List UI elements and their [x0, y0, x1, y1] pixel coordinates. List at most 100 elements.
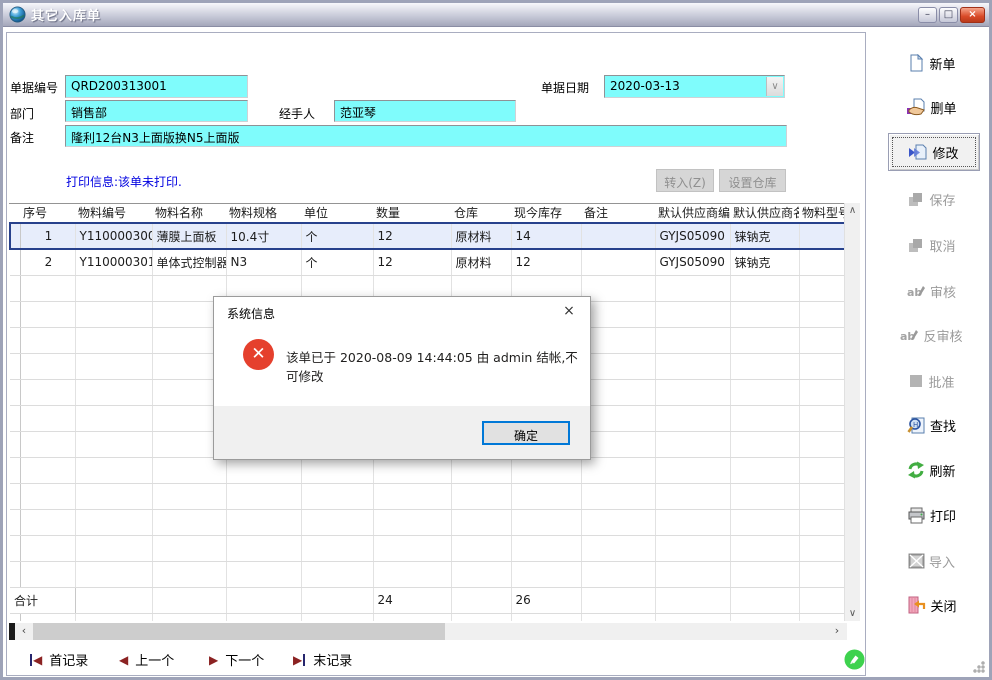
- table-cell-empty[interactable]: [581, 353, 655, 379]
- find-button[interactable]: H 查找: [871, 412, 992, 438]
- table-cell-empty[interactable]: [655, 535, 730, 561]
- table-cell-empty[interactable]: [75, 301, 152, 327]
- table-cell-empty[interactable]: [301, 509, 373, 535]
- table-row-empty[interactable]: [10, 535, 844, 561]
- cell-supplier-name[interactable]: 铼钠克: [730, 223, 799, 249]
- table-row-selected[interactable]: 1 Y110000300 薄膜上面板 10.4寸 个 12 原材料 14 GYJ…: [10, 223, 844, 249]
- cell-model[interactable]: [799, 249, 844, 275]
- scroll-left-icon[interactable]: ‹: [16, 624, 32, 637]
- table-cell-empty[interactable]: [75, 613, 152, 621]
- scroll-right-icon[interactable]: ›: [829, 624, 845, 637]
- minimize-button[interactable]: –: [918, 7, 937, 23]
- approve-button[interactable]: 批准: [871, 368, 992, 394]
- table-cell-empty[interactable]: [373, 509, 451, 535]
- titlebar[interactable]: 其它入库单 – □ ×: [3, 3, 989, 27]
- table-cell-empty[interactable]: [10, 509, 20, 535]
- table-cell-empty[interactable]: [799, 327, 844, 353]
- table-cell-empty[interactable]: [226, 509, 301, 535]
- table-cell-empty[interactable]: [655, 561, 730, 587]
- table-cell-empty[interactable]: [730, 509, 799, 535]
- table-cell-empty[interactable]: [75, 457, 152, 483]
- table-cell-empty[interactable]: [451, 561, 511, 587]
- table-cell-empty[interactable]: [799, 483, 844, 509]
- resize-grip[interactable]: [973, 661, 985, 673]
- table-cell-empty[interactable]: [730, 561, 799, 587]
- table-cell-empty[interactable]: [301, 457, 373, 483]
- table-cell-empty[interactable]: [75, 327, 152, 353]
- table-cell-empty[interactable]: [373, 535, 451, 561]
- table-cell-empty[interactable]: [655, 405, 730, 431]
- cell-material-name[interactable]: 单体式控制器: [152, 249, 226, 275]
- cell-material-spec[interactable]: 10.4寸: [226, 223, 301, 249]
- table-cell-empty[interactable]: [799, 509, 844, 535]
- table-cell-empty[interactable]: [655, 613, 730, 621]
- refresh-button[interactable]: 刷新: [871, 457, 992, 483]
- table-cell-empty[interactable]: [799, 457, 844, 483]
- table-cell-empty[interactable]: [75, 483, 152, 509]
- table-cell-empty[interactable]: [10, 431, 20, 457]
- table-cell-empty[interactable]: [10, 457, 20, 483]
- table-cell-empty[interactable]: [75, 509, 152, 535]
- table-cell-empty[interactable]: [10, 535, 20, 561]
- cell-material-name[interactable]: 薄膜上面板: [152, 223, 226, 249]
- table-cell-empty[interactable]: [581, 301, 655, 327]
- table-cell-empty[interactable]: [799, 613, 844, 621]
- modify-button[interactable]: 修改: [888, 133, 980, 171]
- table-cell-empty[interactable]: [301, 613, 373, 621]
- table-cell-empty[interactable]: [226, 483, 301, 509]
- table-cell-empty[interactable]: [10, 379, 20, 405]
- table-cell-empty[interactable]: [10, 483, 20, 509]
- cancel-button[interactable]: 取消: [871, 232, 992, 258]
- table-cell-empty[interactable]: [581, 561, 655, 587]
- table-row[interactable]: 2 Y110000301 单体式控制器 N3 个 12 原材料 12 GYJS0…: [10, 249, 844, 275]
- cell-seq[interactable]: 2: [20, 249, 75, 275]
- table-cell-empty[interactable]: [799, 353, 844, 379]
- horizontal-scrollbar[interactable]: ‹ ›: [9, 623, 847, 640]
- delete-doc-button[interactable]: 删单: [871, 94, 992, 120]
- table-cell-empty[interactable]: [373, 483, 451, 509]
- transfer-button[interactable]: 转入(Z): [656, 169, 714, 192]
- table-cell-empty[interactable]: [10, 613, 20, 621]
- table-cell-empty[interactable]: [511, 535, 581, 561]
- scroll-up-icon[interactable]: ∧: [845, 205, 860, 216]
- cell-warehouse[interactable]: 原材料: [451, 223, 511, 249]
- table-cell-empty[interactable]: [730, 405, 799, 431]
- cell-material-spec[interactable]: N3: [226, 249, 301, 275]
- table-cell-empty[interactable]: [152, 561, 226, 587]
- set-warehouse-button[interactable]: 设置仓库: [719, 169, 786, 192]
- table-cell-empty[interactable]: [730, 457, 799, 483]
- cell-supplier-code[interactable]: GYJS05090: [655, 249, 730, 275]
- table-cell-empty[interactable]: [799, 405, 844, 431]
- cell-material-code[interactable]: Y110000301: [75, 249, 152, 275]
- table-cell-empty[interactable]: [451, 509, 511, 535]
- audit-button[interactable]: ab 审核: [871, 278, 992, 304]
- table-cell-empty[interactable]: [655, 509, 730, 535]
- table-cell-empty[interactable]: [730, 613, 799, 621]
- table-cell-empty[interactable]: [511, 509, 581, 535]
- table-cell-empty[interactable]: [75, 561, 152, 587]
- scroll-down-icon[interactable]: ∨: [845, 608, 860, 619]
- cell-material-code[interactable]: Y110000300: [75, 223, 152, 249]
- table-cell-empty[interactable]: [655, 431, 730, 457]
- table-row-empty[interactable]: [10, 509, 844, 535]
- department-field[interactable]: 销售部: [65, 100, 248, 122]
- table-cell-empty[interactable]: [511, 457, 581, 483]
- doc-no-field[interactable]: QRD200313001: [65, 75, 248, 98]
- table-cell-empty[interactable]: [20, 483, 75, 509]
- new-doc-button[interactable]: 新单: [871, 50, 992, 76]
- table-cell-empty[interactable]: [655, 379, 730, 405]
- cell-unit[interactable]: 个: [301, 249, 373, 275]
- table-cell-empty[interactable]: [451, 613, 511, 621]
- table-cell-empty[interactable]: [581, 535, 655, 561]
- table-cell-empty[interactable]: [373, 561, 451, 587]
- cell-warehouse[interactable]: 原材料: [451, 249, 511, 275]
- cell-supplier-code[interactable]: GYJS05090: [655, 223, 730, 249]
- doc-date-field[interactable]: 2020-03-13 ∨: [604, 75, 785, 98]
- table-cell-empty[interactable]: [20, 431, 75, 457]
- import-button[interactable]: 导入: [871, 548, 992, 574]
- table-cell-empty[interactable]: [75, 405, 152, 431]
- table-cell-empty[interactable]: [451, 535, 511, 561]
- cell-remark[interactable]: [581, 223, 655, 249]
- table-cell-empty[interactable]: [730, 483, 799, 509]
- scrollbar-split-box[interactable]: [9, 623, 15, 640]
